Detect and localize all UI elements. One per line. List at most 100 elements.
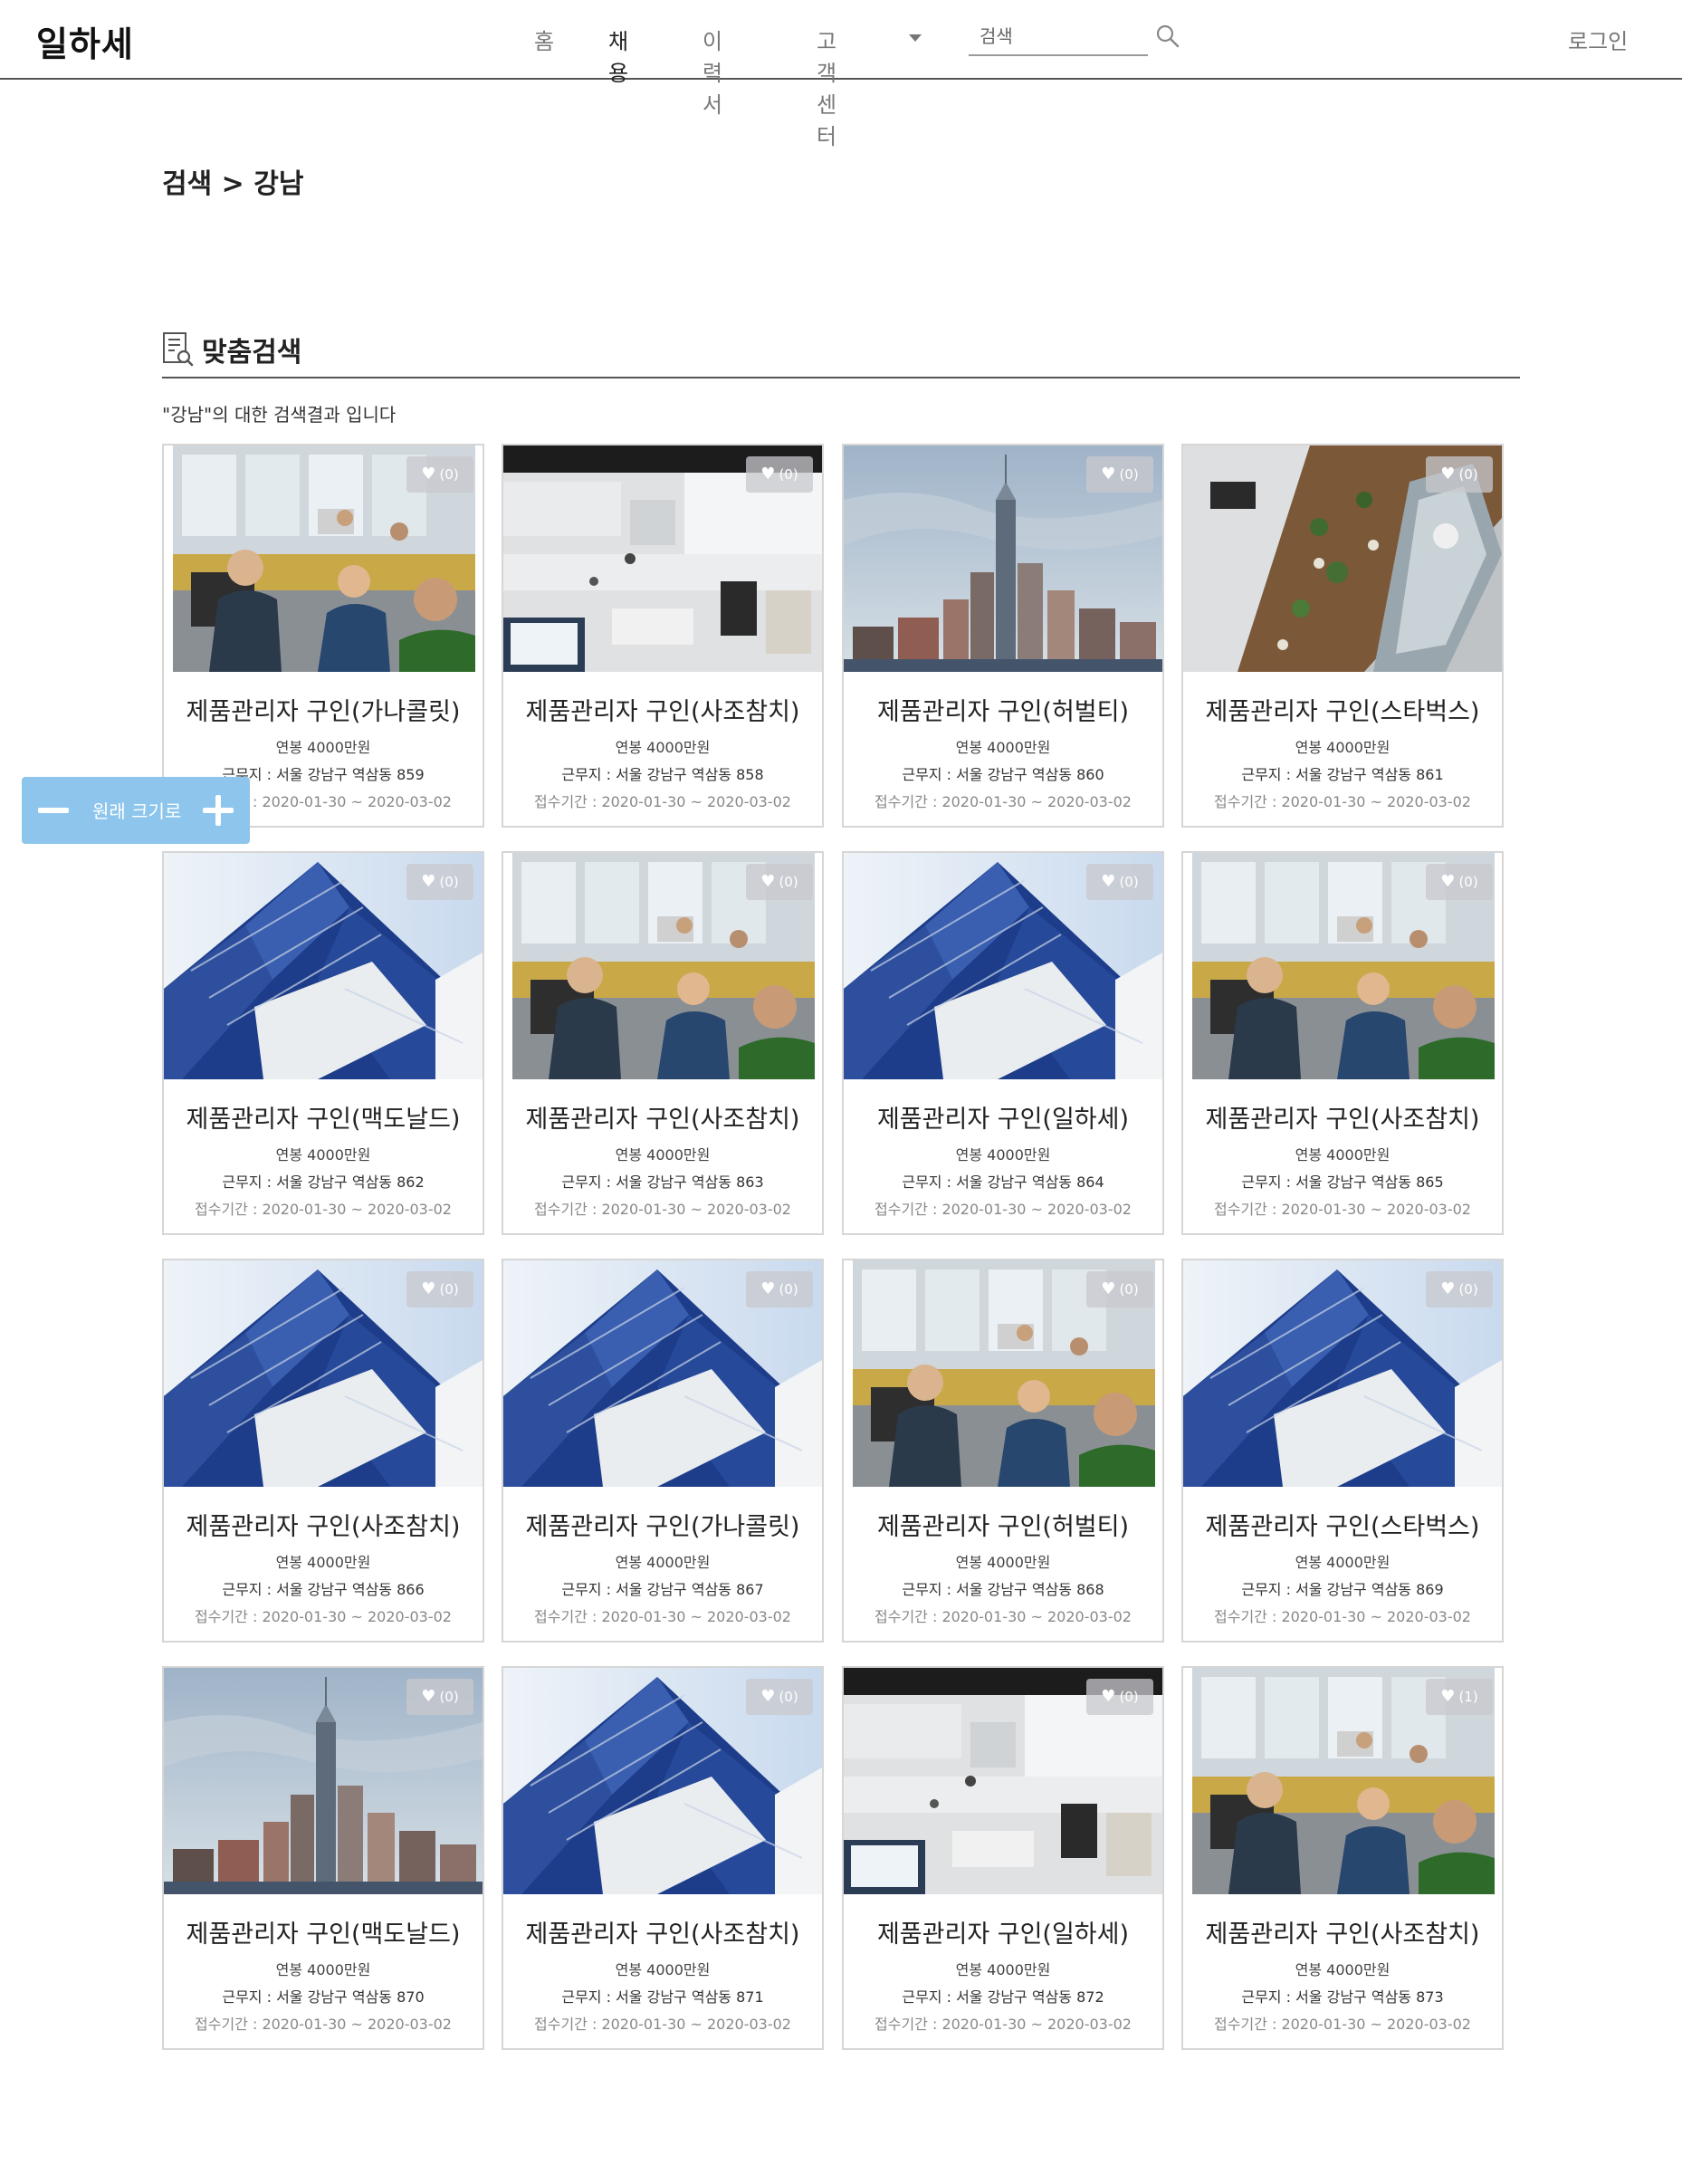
- job-card[interactable]: ♥ (0) 제품관리자 구인(사조참치) 연봉 4000만원 근무지 : 서울 강남구 …: [502, 1666, 824, 2050]
- like-button[interactable]: ♥ (0): [746, 1679, 813, 1715]
- job-card[interactable]: ♥ (0) 제품관리자 구인(일하세) 연봉 4000만원 근무지 : 서울 강남구 역…: [842, 1666, 1164, 2050]
- job-card-location: 근무지 : 서울 강남구 역삼동 860: [902, 766, 1104, 783]
- nav-customer-center[interactable]: 고객센터: [817, 24, 836, 150]
- heart-icon: ♥: [1101, 1687, 1116, 1706]
- like-button[interactable]: ♥ (0): [746, 1271, 813, 1308]
- job-card-title[interactable]: 제품관리자 구인(허벌티): [844, 692, 1162, 727]
- job-card[interactable]: ♥ (0) 제품관리자 구인(허벌티) 연봉 4000만원근무지 : 서울 강남구 역…: [842, 444, 1164, 828]
- like-count: (0): [439, 1281, 459, 1298]
- heart-icon: ♥: [421, 1279, 436, 1298]
- job-card[interactable]: ♥ (0) 제품관리자 구인(사조참치) 연봉 4000만원 근무지 : 서울 강남구 …: [1181, 851, 1504, 1235]
- like-button[interactable]: ♥ (0): [1426, 456, 1493, 493]
- job-card-title[interactable]: 제품관리자 구인(허벌티): [844, 1507, 1162, 1542]
- job-card-location: 근무지 : 서울 강남구 역삼동 858: [561, 766, 764, 783]
- job-card-location: 근무지 : 서울 강남구 역삼동 873: [1241, 1988, 1444, 2006]
- heart-icon: ♥: [1101, 872, 1116, 891]
- job-card-title[interactable]: 제품관리자 구인(사조참치): [503, 1099, 822, 1135]
- job-card-title[interactable]: 제품관리자 구인(스타벅스): [1183, 692, 1502, 727]
- job-card[interactable]: ♥ (0) 제품관리자 구인(사조참치) 연봉 4000만원 근무지 : 서울 강남구 …: [162, 1259, 484, 1643]
- job-card-period: 접수기간 : 2020-01-30 ~ 2020-03-02: [195, 1608, 452, 1625]
- heart-icon: ♥: [1101, 465, 1116, 484]
- search-icon[interactable]: [1155, 24, 1180, 49]
- like-button[interactable]: ♥ (0): [1426, 1271, 1493, 1308]
- job-card[interactable]: ♥ (0) 제품관리자 구인(가나콜릿) 연봉 4000만원 근무지 : 서울 강남구 …: [162, 444, 484, 828]
- like-button[interactable]: ♥ (0): [1086, 864, 1153, 900]
- job-card-title[interactable]: 제품관리자 구인(사조참치): [503, 1914, 822, 1949]
- heart-icon: ♥: [760, 872, 776, 891]
- zoom-out-icon[interactable]: [38, 808, 69, 813]
- job-card[interactable]: ♥ (0) 제품관리자 구인(사조참치) 연봉 4000만원 근무지 : 서울 강남구 …: [502, 851, 824, 1235]
- job-card-salary: 연봉 4000만원: [1295, 1146, 1391, 1164]
- job-card-location: 근무지 : 서울 강남구 역삼동 864: [902, 1173, 1104, 1191]
- job-card-period: 접수기간 : 2020-01-30 ~ 2020-03-02: [195, 1201, 452, 1218]
- job-card[interactable]: ♥ (0) 제품관리자 구인(스타벅스) 연봉 4000만원 근무지 : 서울 강남구 …: [1181, 444, 1504, 828]
- like-count: (0): [779, 1689, 798, 1705]
- job-card-title[interactable]: 제품관리자 구인(사조참치): [1183, 1099, 1502, 1135]
- zoom-reset-button[interactable]: 원래 크기로: [92, 797, 181, 823]
- job-card-title[interactable]: 제품관리자 구인(사조참치): [164, 1507, 483, 1542]
- heart-icon: ♥: [421, 465, 436, 484]
- like-button[interactable]: ♥ (0): [1086, 1271, 1153, 1308]
- job-card-period: 접수기간 : 2020-01-30 ~ 2020-03-02: [1214, 2016, 1471, 2033]
- like-button[interactable]: ♥ (0): [1426, 864, 1493, 900]
- heart-icon: ♥: [1440, 872, 1456, 891]
- breadcrumb: 검색 > 강남: [162, 168, 304, 200]
- heart-icon: ♥: [1440, 1687, 1456, 1706]
- job-card-salary: 연봉 4000만원: [275, 1146, 371, 1164]
- job-card-title[interactable]: 제품관리자 구인(사조참치): [1183, 1914, 1502, 1949]
- zoom-in-icon-bar[interactable]: [215, 795, 221, 826]
- job-card[interactable]: ♥ (0) 제품관리자 구인(스타벅스) 연봉 4000만원 근무지 : 서울 강남구 …: [1181, 1259, 1504, 1643]
- job-card-salary: 연봉 4000만원: [1295, 739, 1391, 756]
- job-card-title[interactable]: 제품관리자 구인(일하세): [844, 1099, 1162, 1135]
- job-card-title[interactable]: 제품관리자 구인(일하세): [844, 1914, 1162, 1949]
- like-button[interactable]: ♥ (0): [1086, 1679, 1153, 1715]
- job-card-title[interactable]: 제품관리자 구인(맥도날드): [164, 1914, 483, 1949]
- job-card-title[interactable]: 제품관리자 구인(사조참치): [503, 692, 822, 727]
- job-card-title[interactable]: 제품관리자 구인(스타벅스): [1183, 1507, 1502, 1542]
- job-card-salary: 연봉 4000만원: [615, 1554, 711, 1571]
- job-card-period: 접수기간 : 2020-01-30 ~ 2020-03-02: [874, 2016, 1132, 2033]
- like-count: (0): [439, 1689, 459, 1705]
- top-navbar: 일하세 홈 채용 이력서 고객센터 로그인: [0, 0, 1682, 149]
- job-card-title[interactable]: 제품관리자 구인(맥도날드): [164, 1099, 483, 1135]
- nav-home[interactable]: 홈: [534, 24, 554, 55]
- heart-icon: ♥: [1101, 1279, 1116, 1298]
- job-card[interactable]: ♥ (1) 제품관리자 구인(사조참치) 연봉 4000만원 근무지 : 서울 강남구 …: [1181, 1666, 1504, 2050]
- like-button[interactable]: ♥ (0): [406, 456, 473, 493]
- nav-jobs[interactable]: 채용: [608, 24, 628, 87]
- section-header: 맞춤검색: [162, 326, 1520, 378]
- like-count: (0): [1119, 1689, 1139, 1705]
- job-card-location: 근무지 : 서울 강남구 역삼동 872: [902, 1988, 1104, 2006]
- login-link[interactable]: 로그인: [1568, 24, 1628, 55]
- heart-icon: ♥: [1440, 465, 1456, 484]
- like-count: (0): [439, 466, 459, 483]
- job-card[interactable]: ♥ (0) 제품관리자 구인(허벌티) 연봉 4000만원 근무지 : 서울 강남구 역…: [842, 1259, 1164, 1643]
- job-card[interactable]: ♥ (0) 제품관리자 구인(가나콜릿) 연봉 4000만원 근무지 : 서울 강남구 …: [502, 1259, 824, 1643]
- search-input[interactable]: [969, 18, 1148, 56]
- like-button[interactable]: ♥ (0): [1086, 456, 1153, 493]
- like-button[interactable]: ♥ (1): [1426, 1679, 1493, 1715]
- like-button[interactable]: ♥ (0): [746, 456, 813, 493]
- heart-icon: ♥: [421, 872, 436, 891]
- like-button[interactable]: ♥ (0): [406, 1271, 473, 1308]
- job-card[interactable]: ♥ (0) 제품관리자 구인(일하세) 연봉 4000만원 근무지 : 서울 강남구 역…: [842, 851, 1164, 1235]
- like-count: (1): [1458, 1689, 1478, 1705]
- like-button[interactable]: ♥ (0): [406, 1679, 473, 1715]
- like-button[interactable]: ♥ (0): [746, 864, 813, 900]
- job-card-period: 접수기간 : 2020-01-30 ~ 2020-03-02: [1214, 793, 1471, 810]
- job-card[interactable]: ♥ (0) 제품관리자 구인(사조참치) 연봉 4000만원 근무지 : 서울 강남구 …: [502, 444, 824, 828]
- chevron-down-icon[interactable]: [909, 34, 922, 42]
- like-count: (0): [1119, 1281, 1139, 1298]
- job-card-salary: 연봉 4000만원: [955, 739, 1051, 756]
- like-count: (0): [1458, 466, 1478, 483]
- like-button[interactable]: ♥ (0): [406, 864, 473, 900]
- site-logo[interactable]: 일하세: [36, 16, 134, 66]
- nav-resume[interactable]: 이력서: [702, 24, 722, 119]
- job-card-salary: 연봉 4000만원: [955, 1554, 1051, 1571]
- job-card[interactable]: ♥ (0) 제품관리자 구인(맥도날드) 연봉 4000만원 근무지 : 서울 강남구 …: [162, 1666, 484, 2050]
- job-card[interactable]: ♥ (0) 제품관리자 구인(맥도날드) 연봉 4000만원 근무지 : 서울 강남구 …: [162, 851, 484, 1235]
- job-card-period: 접수기간 : 2020-01-30 ~ 2020-03-02: [195, 2016, 452, 2033]
- job-card-title[interactable]: 제품관리자 구인(가나콜릿): [164, 692, 483, 727]
- job-card-title[interactable]: 제품관리자 구인(가나콜릿): [503, 1507, 822, 1542]
- heart-icon: ♥: [760, 465, 776, 484]
